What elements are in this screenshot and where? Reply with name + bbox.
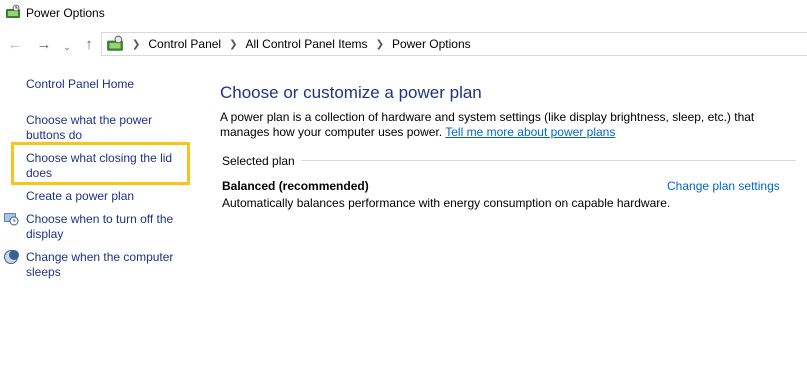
arrow-right-icon[interactable]: → bbox=[35, 35, 53, 53]
change-plan-settings-link[interactable]: Change plan settings bbox=[667, 179, 780, 193]
breadcrumb-separator[interactable]: ❯ bbox=[132, 39, 140, 50]
sidebar-item-power-buttons[interactable]: Choose what the power buttons do bbox=[26, 113, 191, 143]
plan-name: Balanced (recommended) bbox=[222, 179, 369, 193]
sidebar-item-create-plan[interactable]: Create a power plan bbox=[26, 189, 191, 204]
chevron-down-icon[interactable]: ⌄ bbox=[60, 38, 74, 56]
plan-description: Automatically balances performance with … bbox=[222, 196, 671, 210]
display-clock-icon bbox=[4, 213, 19, 226]
learn-more-link[interactable]: Tell me more about power plans bbox=[445, 125, 615, 139]
power-options-icon bbox=[6, 4, 20, 18]
breadcrumb-control-panel[interactable]: Control Panel bbox=[148, 37, 221, 51]
sidebar-item-computer-sleeps[interactable]: Change when the computer sleeps bbox=[26, 250, 191, 280]
section-label: Selected plan bbox=[222, 154, 301, 168]
title-bar: Power Options bbox=[0, 0, 807, 26]
arrow-up-icon[interactable]: ↑ bbox=[80, 35, 98, 53]
moon-icon bbox=[4, 250, 19, 264]
breadcrumb-all-items[interactable]: All Control Panel Items bbox=[246, 37, 368, 51]
sidebar-item-turn-off-display[interactable]: Choose when to turn off the display bbox=[26, 212, 191, 242]
page-description: A power plan is a collection of hardware… bbox=[220, 110, 790, 140]
window-title: Power Options bbox=[26, 6, 105, 20]
sidebar: Control Panel Home Choose what the power… bbox=[0, 60, 200, 386]
breadcrumb-separator[interactable]: ❯ bbox=[376, 39, 384, 50]
section-divider bbox=[300, 160, 796, 161]
sidebar-item-closing-lid[interactable]: Choose what closing the lid does bbox=[26, 151, 191, 181]
navigation-bar: ← → ⌄ ↑ ❯ Control Panel ❯ All Control Pa… bbox=[0, 30, 807, 58]
sidebar-item-control-panel-home[interactable]: Control Panel Home bbox=[26, 77, 191, 92]
arrow-left-icon[interactable]: ← bbox=[6, 35, 24, 53]
breadcrumb-separator[interactable]: ❯ bbox=[229, 39, 237, 50]
page-title: Choose or customize a power plan bbox=[220, 83, 482, 102]
power-options-icon bbox=[107, 35, 123, 51]
breadcrumb-power-options[interactable]: Power Options bbox=[392, 37, 471, 51]
address-bar[interactable]: ❯ Control Panel ❯ All Control Panel Item… bbox=[101, 32, 807, 56]
